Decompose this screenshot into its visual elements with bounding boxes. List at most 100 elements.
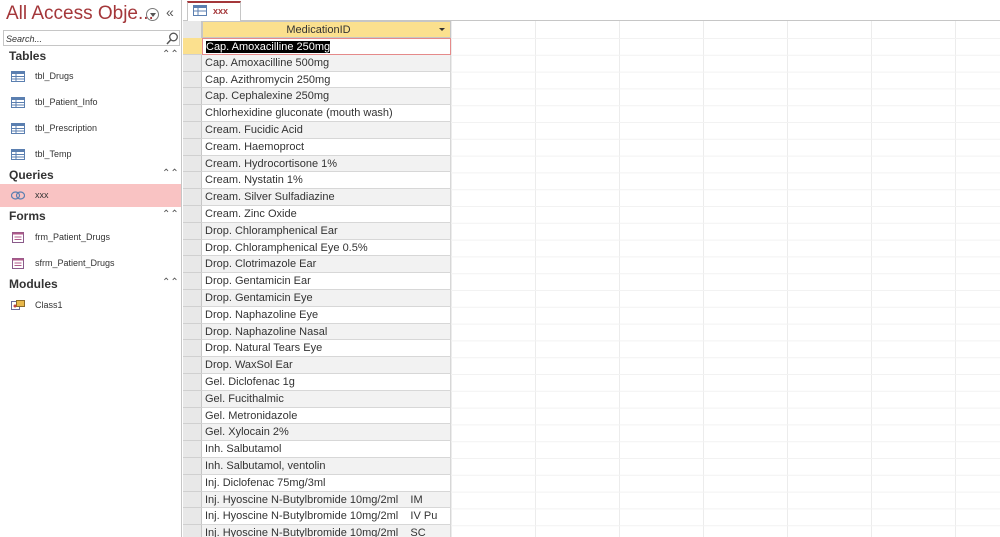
table-row[interactable]: Drop. Chloramphenical Eye 0.5% — [183, 239, 451, 257]
record-selector[interactable] — [183, 290, 202, 307]
table-row[interactable]: Inh. Salbutamol — [183, 441, 451, 458]
medicationid-cell[interactable]: Inj. Diclofenac 75mg/3ml — [202, 474, 451, 492]
record-selector[interactable] — [183, 391, 202, 408]
record-selector[interactable] — [183, 408, 202, 425]
table-row[interactable]: Cream. Zinc Oxide — [183, 205, 451, 223]
record-selector[interactable] — [183, 307, 202, 324]
nav-menu-dropdown-icon[interactable] — [146, 8, 159, 21]
medicationid-cell[interactable]: Inh. Salbutamol — [202, 441, 451, 458]
medicationid-cell[interactable]: Drop. Chloramphenical Ear — [202, 222, 451, 240]
medicationid-cell[interactable]: Cream. Hydrocortisone 1% — [202, 155, 451, 173]
record-selector[interactable] — [183, 492, 202, 509]
table-row[interactable]: Gel. Xylocain 2% — [183, 424, 451, 442]
search-icon[interactable] — [166, 32, 179, 45]
medicationid-cell[interactable]: Cream. Haemoproct — [202, 138, 451, 156]
nav-item-class1[interactable]: Class1 — [0, 294, 181, 317]
medicationid-cell[interactable]: Inj. Hyoscine N-Butylbromide 10mg/2ml IV… — [202, 508, 451, 526]
table-row[interactable]: Cream. Silver Sulfadiazine — [183, 189, 451, 206]
table-row[interactable]: Gel. Fucithalmic — [183, 390, 451, 408]
record-selector[interactable] — [183, 55, 202, 72]
table-row[interactable]: Gel. Diclofenac 1g — [183, 373, 451, 391]
record-selector[interactable] — [183, 172, 202, 190]
table-row[interactable]: Drop. WaxSol Ear — [183, 357, 451, 374]
column-header-medicationid[interactable]: MedicationID — [202, 21, 451, 38]
medicationid-cell[interactable]: Chlorhexidine gluconate (mouth wash) — [202, 105, 451, 122]
table-row[interactable]: Drop. Naphazoline Eye — [183, 306, 451, 324]
record-selector[interactable] — [183, 122, 202, 139]
medicationid-cell[interactable]: Cream. Zinc Oxide — [202, 205, 451, 223]
record-selector[interactable] — [183, 240, 202, 257]
record-selector[interactable] — [183, 340, 202, 358]
chevron-up-icon[interactable]: ⌃⌃ — [162, 168, 179, 179]
table-row[interactable]: Inj. Hyoscine N-Butylbromide 10mg/2ml IM — [183, 491, 451, 509]
nav-item-tbl-prescription[interactable]: tbl_Prescription — [0, 117, 181, 140]
medicationid-cell[interactable]: Cream. Silver Sulfadiazine — [202, 189, 451, 206]
record-selector[interactable] — [183, 256, 202, 274]
nav-item-tbl-patient-info[interactable]: tbl_Patient_Info — [0, 91, 181, 114]
record-selector[interactable] — [183, 475, 202, 492]
table-row[interactable]: Cap. Amoxacilline 250mg — [183, 38, 451, 55]
record-selector[interactable] — [183, 156, 202, 173]
table-row[interactable]: Drop. Natural Tears Eye — [183, 340, 451, 358]
nav-item-sfrm-patient-drugs[interactable]: sfrm_Patient_Drugs — [0, 252, 181, 275]
record-selector[interactable] — [183, 441, 202, 458]
record-selector[interactable] — [183, 273, 202, 290]
record-selector[interactable] — [183, 424, 202, 442]
table-row[interactable]: Cream. Haemoproct — [183, 138, 451, 156]
record-selector[interactable] — [183, 88, 202, 106]
record-selector[interactable] — [183, 105, 202, 122]
medicationid-cell[interactable]: Cap. Cephalexine 250mg — [202, 88, 451, 106]
table-row[interactable]: Drop. Clotrimazole Ear — [183, 256, 451, 274]
chevron-up-icon[interactable]: ⌃⌃ — [162, 277, 179, 288]
table-row[interactable]: Chlorhexidine gluconate (mouth wash) — [183, 105, 451, 122]
group-header-queries[interactable]: Queries ⌃⌃ — [0, 166, 181, 185]
medicationid-cell[interactable]: Gel. Fucithalmic — [202, 390, 451, 408]
nav-item-tbl-temp[interactable]: tbl_Temp — [0, 143, 181, 166]
table-row[interactable]: Drop. Gentamicin Ear — [183, 273, 451, 290]
medicationid-cell[interactable]: Inh. Salbutamol, ventolin — [202, 457, 451, 475]
record-selector[interactable] — [183, 458, 202, 475]
table-row[interactable]: Cream. Fucidic Acid — [183, 121, 451, 139]
medicationid-cell[interactable]: Drop. Natural Tears Eye — [202, 340, 451, 358]
chevron-up-icon[interactable]: ⌃⌃ — [162, 209, 179, 220]
medicationid-cell[interactable]: Gel. Metronidazole — [202, 407, 451, 425]
table-row[interactable]: Cap. Azithromycin 250mg — [183, 71, 451, 89]
group-header-forms[interactable]: Forms ⌃⌃ — [0, 207, 181, 226]
nav-item-frm-patient-drugs[interactable]: frm_Patient_Drugs — [0, 226, 181, 249]
table-row[interactable]: Cream. Nystatin 1% — [183, 172, 451, 190]
table-row[interactable]: Inj. Hyoscine N-Butylbromide 10mg/2ml SC — [183, 525, 451, 537]
record-selector[interactable] — [183, 525, 202, 537]
record-selector[interactable] — [183, 38, 202, 55]
medicationid-cell[interactable]: Drop. Gentamicin Eye — [202, 289, 451, 307]
tab-query-xxx[interactable]: xxx — [187, 1, 241, 22]
record-selector[interactable] — [183, 508, 202, 526]
medicationid-cell[interactable]: Cream. Nystatin 1% — [202, 172, 451, 190]
record-selector[interactable] — [183, 357, 202, 374]
record-selector[interactable] — [183, 324, 202, 341]
group-header-modules[interactable]: Modules ⌃⌃ — [0, 275, 181, 294]
medicationid-cell[interactable]: Drop. Clotrimazole Ear — [202, 256, 451, 274]
search-input[interactable] — [6, 32, 156, 45]
record-selector[interactable] — [183, 189, 202, 206]
chevron-up-icon[interactable]: ⌃⌃ — [162, 49, 179, 60]
table-row[interactable]: Cap. Cephalexine 250mg — [183, 88, 451, 106]
table-row[interactable]: Gel. Metronidazole — [183, 407, 451, 425]
medicationid-cell[interactable]: Gel. Diclofenac 1g — [202, 373, 451, 391]
group-header-tables[interactable]: Tables ⌃⌃ — [0, 47, 181, 66]
record-selector[interactable] — [183, 374, 202, 391]
medicationid-cell[interactable]: Drop. Naphazoline Eye — [202, 306, 451, 324]
record-selector[interactable] — [183, 139, 202, 156]
record-selector[interactable] — [183, 206, 202, 223]
table-row[interactable]: Drop. Gentamicin Eye — [183, 289, 451, 307]
medicationid-cell[interactable]: Cap. Azithromycin 250mg — [202, 71, 451, 89]
medicationid-cell[interactable]: Drop. Naphazoline Nasal — [202, 323, 451, 341]
record-selector[interactable] — [183, 72, 202, 89]
medicationid-cell[interactable]: Gel. Xylocain 2% — [202, 424, 451, 442]
medicationid-cell[interactable]: Drop. Gentamicin Ear — [202, 273, 451, 290]
table-row[interactable]: Inj. Diclofenac 75mg/3ml — [183, 474, 451, 492]
table-row[interactable]: Cream. Hydrocortisone 1% — [183, 155, 451, 173]
record-selector[interactable] — [183, 223, 202, 240]
medicationid-cell[interactable]: Drop. WaxSol Ear — [202, 357, 451, 374]
medicationid-cell[interactable]: Cream. Fucidic Acid — [202, 121, 451, 139]
table-row[interactable]: Cap. Amoxacilline 500mg — [183, 54, 451, 72]
